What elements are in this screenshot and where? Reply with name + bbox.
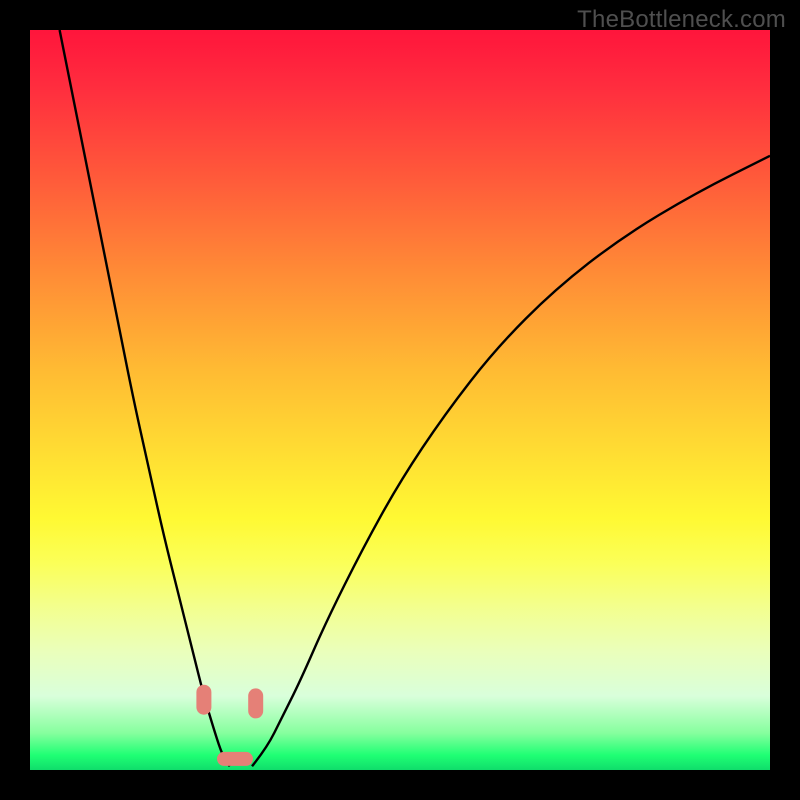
- watermark-text: TheBottleneck.com: [577, 6, 786, 34]
- curve-layer: [30, 30, 770, 770]
- left-threshold-marker: [196, 685, 211, 715]
- curve-right-branch: [252, 156, 770, 767]
- chart-container: TheBottleneck.com: [0, 0, 800, 800]
- plot-area: [30, 30, 770, 770]
- right-threshold-marker: [248, 688, 263, 718]
- marker-group: [196, 685, 263, 766]
- trough-marker: [217, 752, 253, 766]
- curve-left-branch: [60, 30, 230, 766]
